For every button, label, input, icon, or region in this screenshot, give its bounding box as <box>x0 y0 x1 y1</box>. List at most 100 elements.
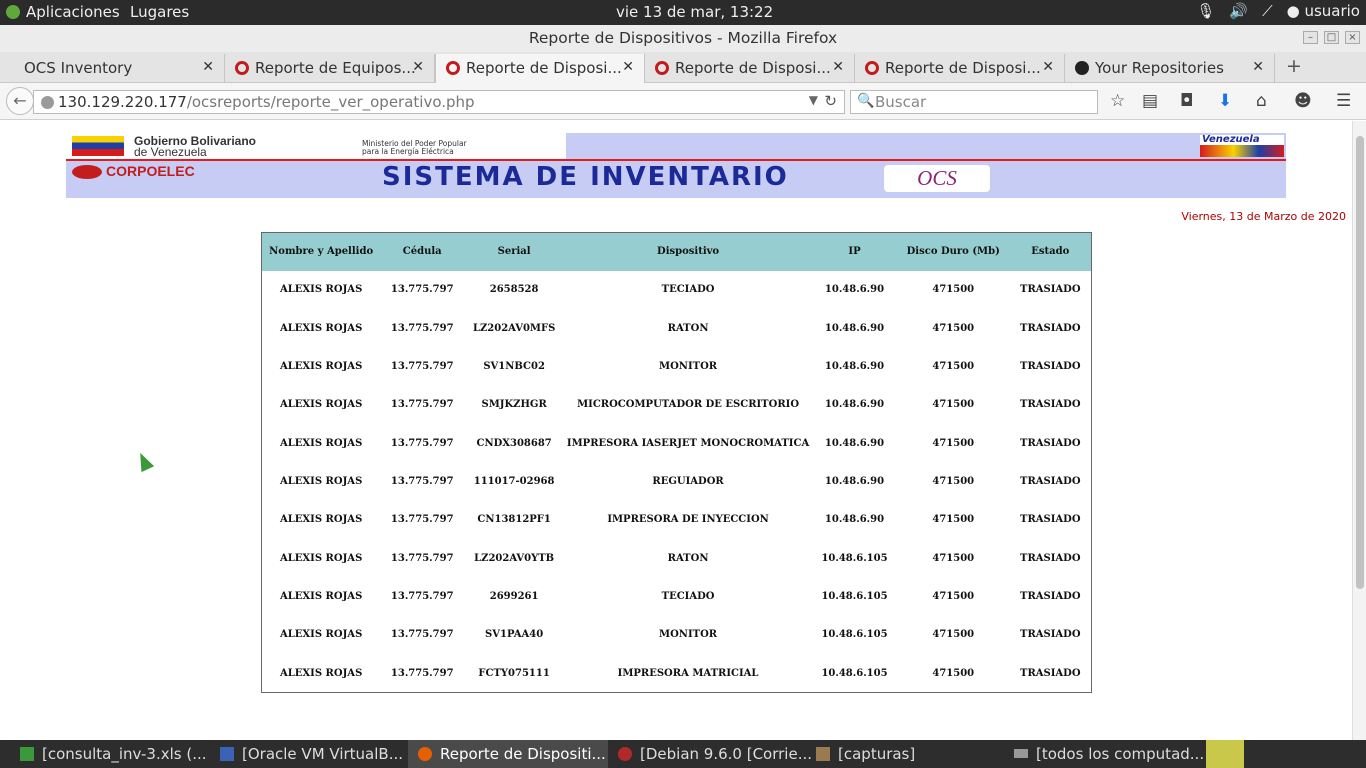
tab-reporte-dispositivos-3[interactable]: Reporte de Disposi... ✕ <box>855 54 1065 83</box>
tab-close-icon[interactable]: ✕ <box>202 59 214 75</box>
tab-close-icon[interactable]: ✕ <box>1042 59 1054 75</box>
tab-close-icon[interactable]: ✕ <box>832 59 844 75</box>
ministry-line2: para la Energía Eléctrica <box>362 147 454 156</box>
bookmark-star-icon[interactable]: ☆ <box>1110 91 1125 111</box>
col-cedula: Cédula <box>402 246 442 258</box>
maximize-button[interactable]: □ <box>1324 31 1339 44</box>
cell-nombre: ALEXIS ROJAS <box>280 475 363 487</box>
cell-serial: FCTY075111 <box>478 667 550 679</box>
venezuela-label: Venezuela <box>1202 134 1260 145</box>
cell-cedula: 13.775.797 <box>390 552 454 564</box>
tab-reporte-equipos[interactable]: Reporte de Equipos... ✕ <box>225 54 435 83</box>
page-scrollbar[interactable] <box>1352 121 1366 740</box>
cell-estado: TRASIADO <box>1020 437 1081 449</box>
cell-serial: SV1PAA40 <box>485 629 544 641</box>
cell-serial: 2658528 <box>489 284 539 296</box>
cell-estado: TRASIADO <box>1020 514 1081 526</box>
network-icon[interactable]: ⟋ <box>1262 2 1273 20</box>
venezuela-logo: Venezuela <box>1200 134 1284 157</box>
taskbar-item-terminal[interactable]: [todos los computad... <box>1008 740 1204 768</box>
close-window-button[interactable]: × <box>1345 31 1360 44</box>
cell-disco-duro: 471500 <box>932 437 975 449</box>
cell-cedula: 13.775.797 <box>390 437 454 449</box>
cell-dispositivo: RATON <box>667 552 709 564</box>
user-menu[interactable]: ● usuario <box>1287 2 1360 20</box>
cell-disco-duro: 471500 <box>932 514 975 526</box>
col-disco-duro: Disco Duro (Mb) <box>906 246 1000 258</box>
cell-estado: TRASIADO <box>1020 629 1081 641</box>
tab-label: OCS Inventory <box>24 59 133 77</box>
taskbar-item-firefox[interactable]: Reporte de Dispositi... <box>408 740 608 768</box>
menu-icon[interactable]: ☰ <box>1336 91 1351 111</box>
tab-strip: OCS Inventory ✕ Reporte de Equipos... ✕ … <box>0 52 1366 83</box>
clock[interactable]: vie 13 de mar, 13:22 <box>616 3 773 21</box>
venezuela-flag-icon <box>72 136 124 156</box>
cell-ip: 10.48.6.105 <box>821 667 888 679</box>
chat-icon[interactable]: ☻ <box>1294 91 1312 111</box>
cell-estado: TRASIADO <box>1020 322 1081 334</box>
tab-close-icon[interactable]: ✕ <box>412 59 424 75</box>
taskbar-item-debian[interactable]: [Debian 9.6.0 [Corrie... <box>608 740 812 768</box>
places-menu[interactable]: Lugares <box>130 3 189 21</box>
cell-cedula: 13.775.797 <box>390 399 454 411</box>
taskbar-label: [consulta_inv-3.xls (... <box>42 745 207 763</box>
col-serial: Serial <box>497 246 531 258</box>
cell-estado: TRASIADO <box>1020 360 1081 372</box>
search-input[interactable]: 🔍 Buscar <box>850 90 1098 114</box>
taskbar-item-capturas[interactable]: [capturas] <box>808 740 1008 768</box>
cell-serial: CN13812PF1 <box>477 514 551 526</box>
minimize-button[interactable]: – <box>1303 31 1318 44</box>
applications-menu[interactable]: Aplicaciones <box>6 3 120 21</box>
cell-estado: TRASIADO <box>1020 667 1081 679</box>
cell-nombre: ALEXIS ROJAS <box>280 284 363 296</box>
tab-your-repositories[interactable]: Your Repositories ✕ <box>1065 54 1275 83</box>
cell-nombre: ALEXIS ROJAS <box>280 552 363 564</box>
debian-swirl-icon <box>235 61 249 75</box>
tab-reporte-dispositivos-active[interactable]: Reporte de Disposi... ✕ <box>435 54 645 83</box>
tab-close-icon[interactable]: ✕ <box>622 59 634 75</box>
cell-cedula: 13.775.797 <box>390 360 454 372</box>
tab-ocs-inventory[interactable]: OCS Inventory ✕ <box>0 54 225 83</box>
workspace-switcher[interactable] <box>1206 740 1244 768</box>
col-nombre: Nombre y Apellido <box>269 246 374 258</box>
cell-nombre: ALEXIS ROJAS <box>280 360 363 372</box>
microphone-icon[interactable]: 🎙 <box>1196 2 1215 20</box>
new-tab-button[interactable]: + <box>1286 55 1302 77</box>
download-icon[interactable]: ⬇ <box>1218 91 1232 111</box>
cell-ip: 10.48.6.105 <box>821 591 888 603</box>
reload-icon[interactable]: ↻ <box>824 92 837 110</box>
tab-label: Reporte de Disposi... <box>675 59 831 77</box>
table-row: ALEXIS ROJAS 13.775.797 SV1PAA40 MONITOR 10.… <box>262 616 1092 654</box>
cell-serial: LZ202AV0YTB <box>474 552 555 564</box>
scrollbar-thumb[interactable] <box>1356 136 1364 589</box>
url-bar[interactable]: 130.129.220.177/ocsreports/reporte_ver_o… <box>33 90 845 114</box>
tab-close-icon[interactable]: ✕ <box>1252 59 1264 75</box>
back-button[interactable]: ← <box>6 87 34 115</box>
cell-disco-duro: 471500 <box>932 591 975 603</box>
taskbar-item-spreadsheet[interactable]: [consulta_inv-3.xls (... <box>0 740 208 768</box>
site-info-icon[interactable] <box>41 96 54 109</box>
government-strip: Gobierno Bolivariano de Venezuela Minist… <box>66 133 566 159</box>
corpoelec-icon <box>72 165 102 180</box>
cell-nombre: ALEXIS ROJAS <box>280 514 363 526</box>
cell-dispositivo: TECIADO <box>661 284 715 296</box>
cell-disco-duro: 471500 <box>932 284 975 296</box>
cell-cedula: 13.775.797 <box>390 475 454 487</box>
spreadsheet-icon <box>20 747 34 761</box>
terminal-icon <box>1014 749 1028 758</box>
tab-reporte-dispositivos-2[interactable]: Reporte de Disposi... ✕ <box>645 54 855 83</box>
url-dropdown-icon[interactable]: ▼ <box>809 93 818 107</box>
device-report-table: Nombre y Apellido Cédula Serial Disposit… <box>261 232 1092 693</box>
header-banner: Gobierno Bolivariano de Venezuela Minist… <box>66 133 1286 198</box>
taskbar-item-virtualbox[interactable]: [Oracle VM VirtualB... <box>208 740 408 768</box>
table-row: ALEXIS ROJAS 13.775.797 LZ202AV0YTB RATON 10… <box>262 539 1092 577</box>
cell-nombre: ALEXIS ROJAS <box>280 322 363 334</box>
taskbar-label: [Oracle VM VirtualB... <box>242 745 404 763</box>
col-estado: Estado <box>1031 246 1070 258</box>
cell-ip: 10.48.6.90 <box>824 322 885 334</box>
pocket-icon[interactable]: ◘ <box>1180 91 1193 111</box>
folder-icon <box>816 747 830 761</box>
home-icon[interactable]: ⌂ <box>1256 91 1267 111</box>
reading-list-icon[interactable]: ▤ <box>1142 91 1158 111</box>
volume-icon[interactable]: 🔊 <box>1229 2 1248 20</box>
